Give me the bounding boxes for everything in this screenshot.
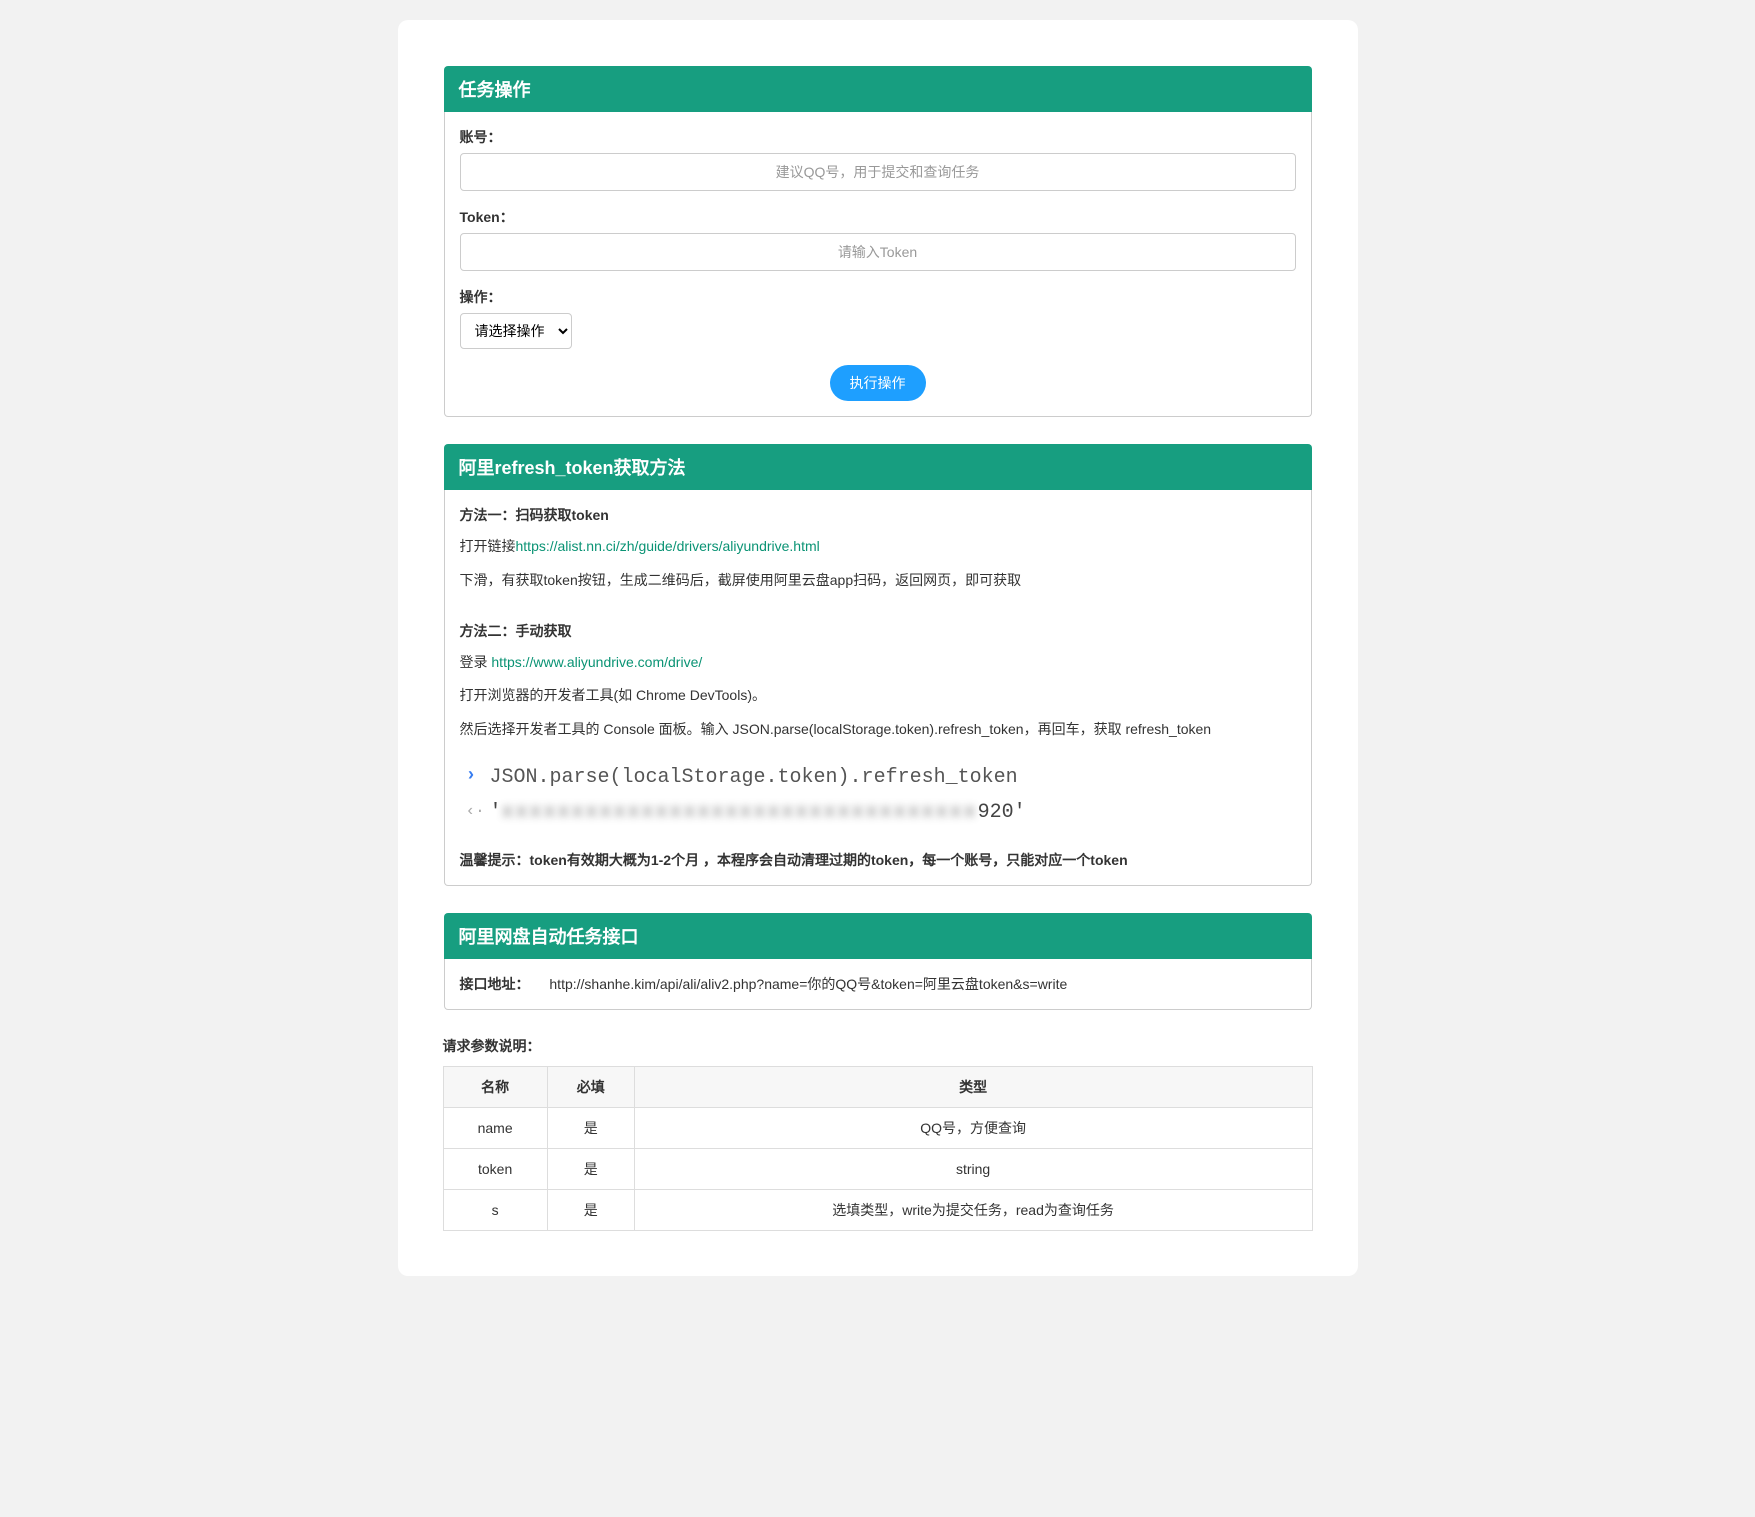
task-operation-body: 账号： Token： 操作： 请选择操作 执行操作 [444,112,1312,417]
api-url: http://shanhe.kim/api/ali/aliv2.php?name… [549,976,1067,992]
table-header-row: 名称 必填 类型 [443,1066,1312,1107]
method1-line1: 打开链接https://alist.nn.ci/zh/guide/drivers… [460,535,1296,559]
th-name: 名称 [443,1066,547,1107]
cell-type: 选填类型，write为提交任务，read为查询任务 [634,1189,1312,1230]
method2-login-text: 登录 [460,654,492,670]
th-required: 必填 [547,1066,634,1107]
cell-required: 是 [547,1148,634,1189]
method2-title: 方法二：手动获取 [460,621,1296,641]
method1-prefix: 打开链接 [460,538,516,554]
method2-link[interactable]: https://www.aliyundrive.com/drive/ [491,654,702,670]
cell-type: string [634,1148,1312,1189]
task-operation-panel: 任务操作 账号： Token： 操作： 请选择操作 执行操作 [443,65,1313,418]
method2-line3: 然后选择开发者工具的 Console 面板。输入 JSON.parse(loca… [460,718,1296,742]
cell-name: s [443,1189,547,1230]
cell-name: token [443,1148,547,1189]
api-address-label: 接口地址： [460,976,530,992]
method2-line2: 打开浏览器的开发者工具(如 Chrome DevTools)。 [460,684,1296,708]
refresh-token-body: 方法一：扫码获取token 打开链接https://alist.nn.ci/zh… [444,490,1312,886]
console-block: › JSON.parse(localStorage.token).refresh… [460,752,1296,838]
params-table: 名称 必填 类型 name 是 QQ号，方便查询 token 是 string … [443,1066,1313,1231]
method1-title: 方法一：扫码获取token [460,505,1296,525]
api-address-row: 接口地址： http://shanhe.kim/api/ali/aliv2.ph… [444,959,1312,1010]
table-row: name 是 QQ号，方便查询 [443,1107,1312,1148]
table-row: token 是 string [443,1148,1312,1189]
chevron-right-icon: › [466,766,477,786]
console-code: JSON.parse(localStorage.token).refresh_t… [490,766,1018,789]
operation-select[interactable]: 请选择操作 [460,313,572,349]
return-arrow-icon: ‹· [466,802,485,820]
task-operation-heading: 任务操作 [444,66,1312,112]
operation-label: 操作： [460,287,1296,307]
th-type: 类型 [634,1066,1312,1107]
refresh-token-heading: 阿里refresh_token获取方法 [444,444,1312,490]
method1-line2: 下滑，有获取token按钮，生成二维码后，截屏使用阿里云盘app扫码，返回网页，… [460,569,1296,593]
account-input[interactable] [460,153,1296,191]
token-label: Token： [460,207,1296,227]
params-title: 请求参数说明： [443,1036,1313,1056]
console-result: 'xxxxxxxxxxxxxxxxxxxxxxxxxxxxxxxxxx920' [490,801,1286,824]
api-heading: 阿里网盘自动任务接口 [444,913,1312,959]
refresh-token-panel: 阿里refresh_token获取方法 方法一：扫码获取token 打开链接ht… [443,443,1313,887]
method2-line1: 登录 https://www.aliyundrive.com/drive/ [460,651,1296,675]
account-label: 账号： [460,127,1296,147]
table-row: s 是 选填类型，write为提交任务，read为查询任务 [443,1189,1312,1230]
warm-tip: 温馨提示：token有效期大概为1-2个月 ，本程序会自动清理过期的token，… [460,850,1296,870]
token-input[interactable] [460,233,1296,271]
cell-type: QQ号，方便查询 [634,1107,1312,1148]
api-panel: 阿里网盘自动任务接口 接口地址： http://shanhe.kim/api/a… [443,912,1313,1011]
method1-link[interactable]: https://alist.nn.ci/zh/guide/drivers/ali… [516,538,820,554]
cell-required: 是 [547,1189,634,1230]
cell-name: name [443,1107,547,1148]
submit-button[interactable]: 执行操作 [830,365,926,401]
cell-required: 是 [547,1107,634,1148]
